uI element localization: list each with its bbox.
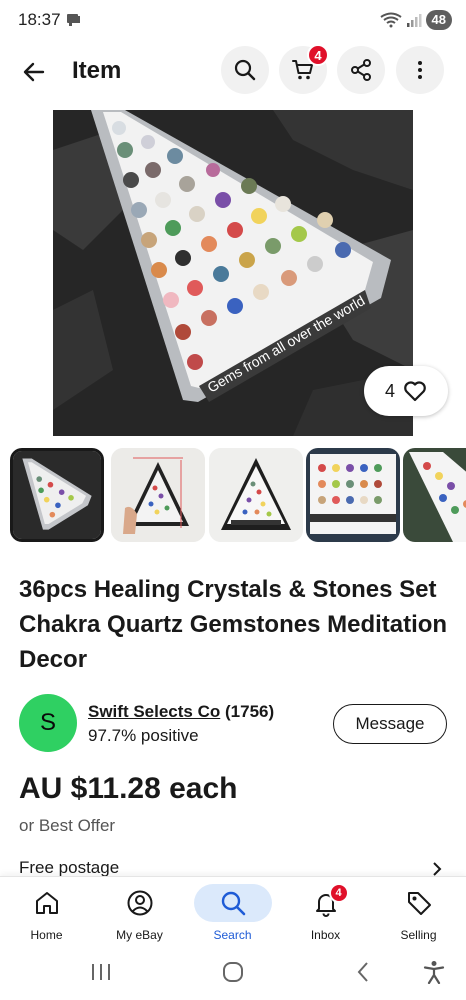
notification-icon <box>67 14 80 26</box>
status-time: 18:37 <box>18 10 61 29</box>
tag-icon <box>407 892 431 915</box>
accessibility-button[interactable] <box>414 956 454 988</box>
item-title: 36pcs Healing Crystals & Stones Set Chak… <box>19 576 448 673</box>
postage-text: Free postage <box>19 858 120 877</box>
thumbnail-3[interactable] <box>209 448 303 542</box>
nav-icon-container <box>105 884 175 922</box>
nav-label: Search <box>213 928 252 942</box>
search-button[interactable] <box>221 46 269 94</box>
thumbnail-image <box>111 448 205 542</box>
more-options-button[interactable] <box>396 46 444 94</box>
more-vertical-icon <box>418 61 422 79</box>
thumbnail-2[interactable] <box>111 448 205 542</box>
chevron-right-icon <box>433 862 442 876</box>
watch-count: 4 <box>384 380 395 401</box>
seller-feedback-count: (1756) <box>225 702 275 721</box>
nav-label: Selling <box>400 928 437 942</box>
thumbnail-image <box>306 448 400 542</box>
accessibility-icon <box>423 961 445 984</box>
back-button[interactable] <box>14 52 54 92</box>
nav-icon-container: 4 <box>291 883 361 922</box>
arrow-left-icon <box>23 62 45 82</box>
battery-indicator: 48 <box>425 10 452 30</box>
signal-icon <box>406 14 422 27</box>
app-bar: Item 4 <box>0 44 466 100</box>
thumbnail-1[interactable] <box>10 448 104 542</box>
status-indicators: 48 <box>379 10 452 30</box>
nav-selling[interactable]: Selling <box>372 877 465 945</box>
search-icon <box>221 891 245 916</box>
heart-icon <box>404 381 426 402</box>
account-icon <box>127 890 152 916</box>
nav-icon-container <box>193 884 272 922</box>
nav-label: Home <box>30 928 63 942</box>
status-bar: 18:37 48 <box>0 0 466 40</box>
nav-home[interactable]: Home <box>0 877 93 945</box>
share-button[interactable] <box>337 46 385 94</box>
inbox-count-badge: 4 <box>328 883 349 903</box>
bottom-navigation: Home My eBay Search 4 Inbox Selling <box>0 876 466 944</box>
product-photo: Gems from all over the world <box>53 110 413 436</box>
thumbnail-5[interactable] <box>403 448 466 542</box>
cart-button[interactable]: 4 <box>279 44 329 94</box>
recent-apps-icon <box>92 964 110 980</box>
cart-count-badge: 4 <box>307 44 329 66</box>
nav-icon-container <box>12 884 82 922</box>
watch-button[interactable]: 4 <box>364 366 448 416</box>
nav-inbox[interactable]: 4 Inbox <box>279 877 372 945</box>
page-title: Item <box>72 57 122 84</box>
best-offer-text: or Best Offer <box>19 816 116 835</box>
nav-label: My eBay <box>116 928 163 942</box>
home-icon <box>35 892 58 914</box>
nav-search[interactable]: Search <box>186 877 279 945</box>
system-navigation <box>0 944 466 1000</box>
recent-apps-button[interactable] <box>81 956 121 988</box>
nav-my-ebay[interactable]: My eBay <box>93 877 186 945</box>
home-circle-icon <box>223 962 243 982</box>
home-system-button[interactable] <box>213 956 253 988</box>
seller-name-link[interactable]: Swift Selects Co <box>88 702 220 721</box>
message-seller-button[interactable]: Message <box>333 704 447 744</box>
thumbnail-image <box>403 448 466 542</box>
image-thumbnails <box>10 448 466 542</box>
seller-positive-rating: 97.7% positive <box>88 726 199 745</box>
nav-icon-container <box>384 884 454 922</box>
share-icon <box>351 59 371 81</box>
seller-avatar[interactable]: S <box>19 694 77 752</box>
system-back-button[interactable] <box>343 956 383 988</box>
thumbnail-4[interactable] <box>306 448 400 542</box>
wifi-icon <box>379 12 402 28</box>
search-icon <box>234 59 256 81</box>
seller-info: Swift Selects Co (1756) <box>88 702 274 722</box>
item-price: AU $11.28 each <box>19 772 238 805</box>
thumbnail-image <box>13 451 101 539</box>
chevron-left-icon <box>357 962 368 982</box>
product-image[interactable]: Gems from all over the world <box>53 110 413 436</box>
thumbnail-image <box>209 448 303 542</box>
nav-label: Inbox <box>310 928 341 942</box>
